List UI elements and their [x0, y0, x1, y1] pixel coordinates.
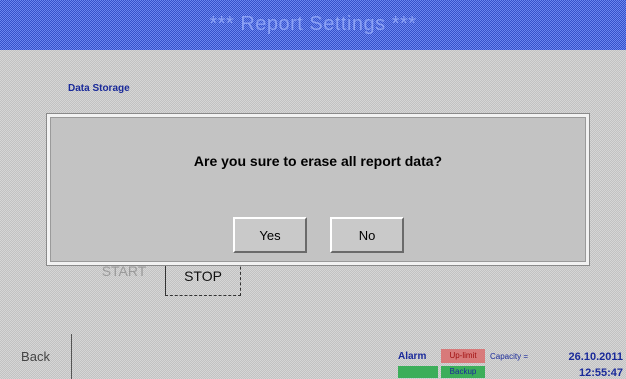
- back-button[interactable]: Back: [0, 334, 72, 379]
- alarm-status-badge: Up-limit: [441, 349, 485, 363]
- window-title: *** Report Settings ***: [209, 13, 417, 35]
- no-button[interactable]: No: [330, 217, 404, 253]
- data-storage-label: Data Storage: [68, 83, 130, 94]
- confirm-erase-dialog: Are you sure to erase all report data? Y…: [47, 114, 589, 265]
- date-display: 26.10.2011: [568, 351, 623, 363]
- yes-button[interactable]: Yes: [233, 217, 307, 253]
- status-badge-green: [398, 366, 438, 378]
- title-bar: *** Report Settings ***: [0, 0, 626, 50]
- backup-status-badge: Backup: [441, 366, 485, 378]
- dialog-message: Are you sure to erase all report data?: [193, 153, 443, 169]
- alarm-label: Alarm: [398, 351, 427, 362]
- capacity-label: Capacity =: [490, 352, 529, 361]
- status-bar: Alarm Up-limit Backup Capacity = 26.10.2…: [392, 348, 626, 379]
- time-display: 12:55:47: [578, 367, 623, 379]
